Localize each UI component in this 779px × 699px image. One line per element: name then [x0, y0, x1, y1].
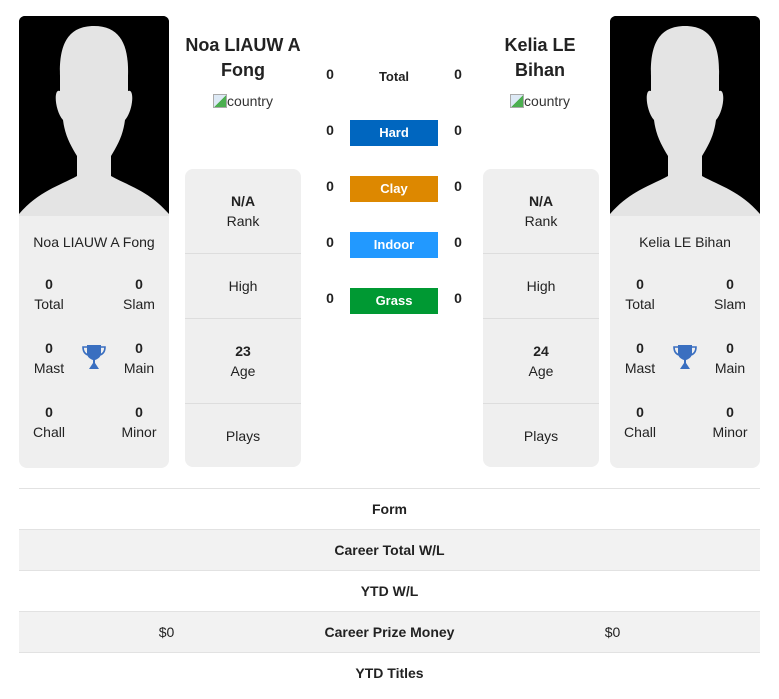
player1-total-count: 0: [326, 66, 334, 82]
player2-main-titles: 0 Main: [714, 340, 746, 376]
player1-clay-count: 0: [326, 178, 334, 194]
trophy-icon: [82, 345, 106, 369]
table-row: YTD W/L: [19, 570, 760, 611]
surface-row-hard: 0 Hard 0: [318, 120, 470, 146]
player2-value: $0: [604, 624, 621, 640]
surface-grass-badge: Grass: [350, 288, 438, 314]
player2-photo: [610, 16, 760, 216]
broken-image-icon: [213, 94, 228, 108]
player2-rank: N/A Rank: [483, 169, 599, 254]
surface-total-label: Total: [378, 69, 410, 84]
row-label: YTD Titles: [355, 665, 424, 681]
player1-hard-count: 0: [326, 122, 334, 138]
table-row: Career Total W/L: [19, 529, 760, 570]
player2-plays: Plays: [523, 427, 559, 444]
surface-row-total: 0 Total 0: [318, 64, 470, 90]
player1-country-flag: country: [178, 93, 308, 109]
player2-clay-count: 0: [454, 178, 462, 194]
player2-grass-count: 0: [454, 290, 462, 306]
player1-plays: Plays: [225, 427, 261, 444]
table-row: YTD Titles: [19, 652, 760, 693]
player1-indoor-count: 0: [326, 234, 334, 250]
player1-main-titles: 0 Main: [123, 340, 155, 376]
player2-info-card: N/A Rank High 24 Age Plays: [483, 169, 599, 467]
surface-row-grass: 0 Grass 0: [318, 288, 470, 314]
player2-indoor-count: 0: [454, 234, 462, 250]
player2-country-flag: country: [475, 93, 605, 109]
player2-titles-card: Kelia LE Bihan 0 Total 0 Slam 0 Mast 0 Main …: [610, 216, 760, 468]
player1-high: High: [185, 254, 301, 319]
row-label: YTD W/L: [360, 583, 419, 599]
player1-total-titles: 0 Total: [34, 276, 64, 312]
surface-hard-badge: Hard: [350, 120, 438, 146]
surface-indoor-badge: Indoor: [350, 232, 438, 258]
row-label: Career Prize Money: [324, 624, 455, 640]
table-row: $0 Career Prize Money $0: [19, 611, 760, 652]
player1-mast-titles: 0 Mast: [33, 340, 65, 376]
player1-age: 23 Age: [185, 319, 301, 404]
silhouette-icon: [610, 16, 760, 216]
player1-titles-card: Noa LIAUW A Fong 0 Total 0 Slam 0 Mast 0 Mai…: [19, 216, 169, 468]
player2-minor-titles: 0 Minor: [712, 404, 748, 440]
player2-hard-count: 0: [454, 122, 462, 138]
row-label: Form: [372, 501, 407, 517]
player2-chall-titles: 0 Chall: [624, 404, 656, 440]
silhouette-icon: [19, 16, 169, 216]
player2-total-titles: 0 Total: [625, 276, 655, 312]
surface-row-indoor: 0 Indoor 0: [318, 232, 470, 258]
player2-name: Kelia LE Bihan: [639, 234, 731, 250]
player2-heading[interactable]: Kelia LE Bihan: [475, 33, 605, 83]
player2-total-count: 0: [454, 66, 462, 82]
player2-slam-titles: 0 Slam: [714, 276, 746, 312]
player1-rank: N/A Rank: [185, 169, 301, 254]
surface-clay-badge: Clay: [350, 176, 438, 202]
table-row: Form: [19, 488, 760, 529]
player2-mast-titles: 0 Mast: [624, 340, 656, 376]
player1-photo: [19, 16, 169, 216]
player1-slam-titles: 0 Slam: [123, 276, 155, 312]
player1-value: $0: [158, 624, 175, 640]
player2-high: High: [483, 254, 599, 319]
player1-heading[interactable]: Noa LIAUW A Fong: [178, 33, 308, 83]
player1-name: Noa LIAUW A Fong: [33, 234, 155, 250]
player1-minor-titles: 0 Minor: [121, 404, 157, 440]
player1-chall-titles: 0 Chall: [33, 404, 65, 440]
player1-info-card: N/A Rank High 23 Age Plays: [185, 169, 301, 467]
surface-row-clay: 0 Clay 0: [318, 176, 470, 202]
comparison-table: Form Career Total W/L YTD W/L $0 Career …: [19, 488, 760, 693]
trophy-icon: [673, 345, 697, 369]
player1-grass-count: 0: [326, 290, 334, 306]
broken-image-icon: [510, 94, 525, 108]
row-label: Career Total W/L: [334, 542, 445, 558]
player2-age: 24 Age: [483, 319, 599, 404]
